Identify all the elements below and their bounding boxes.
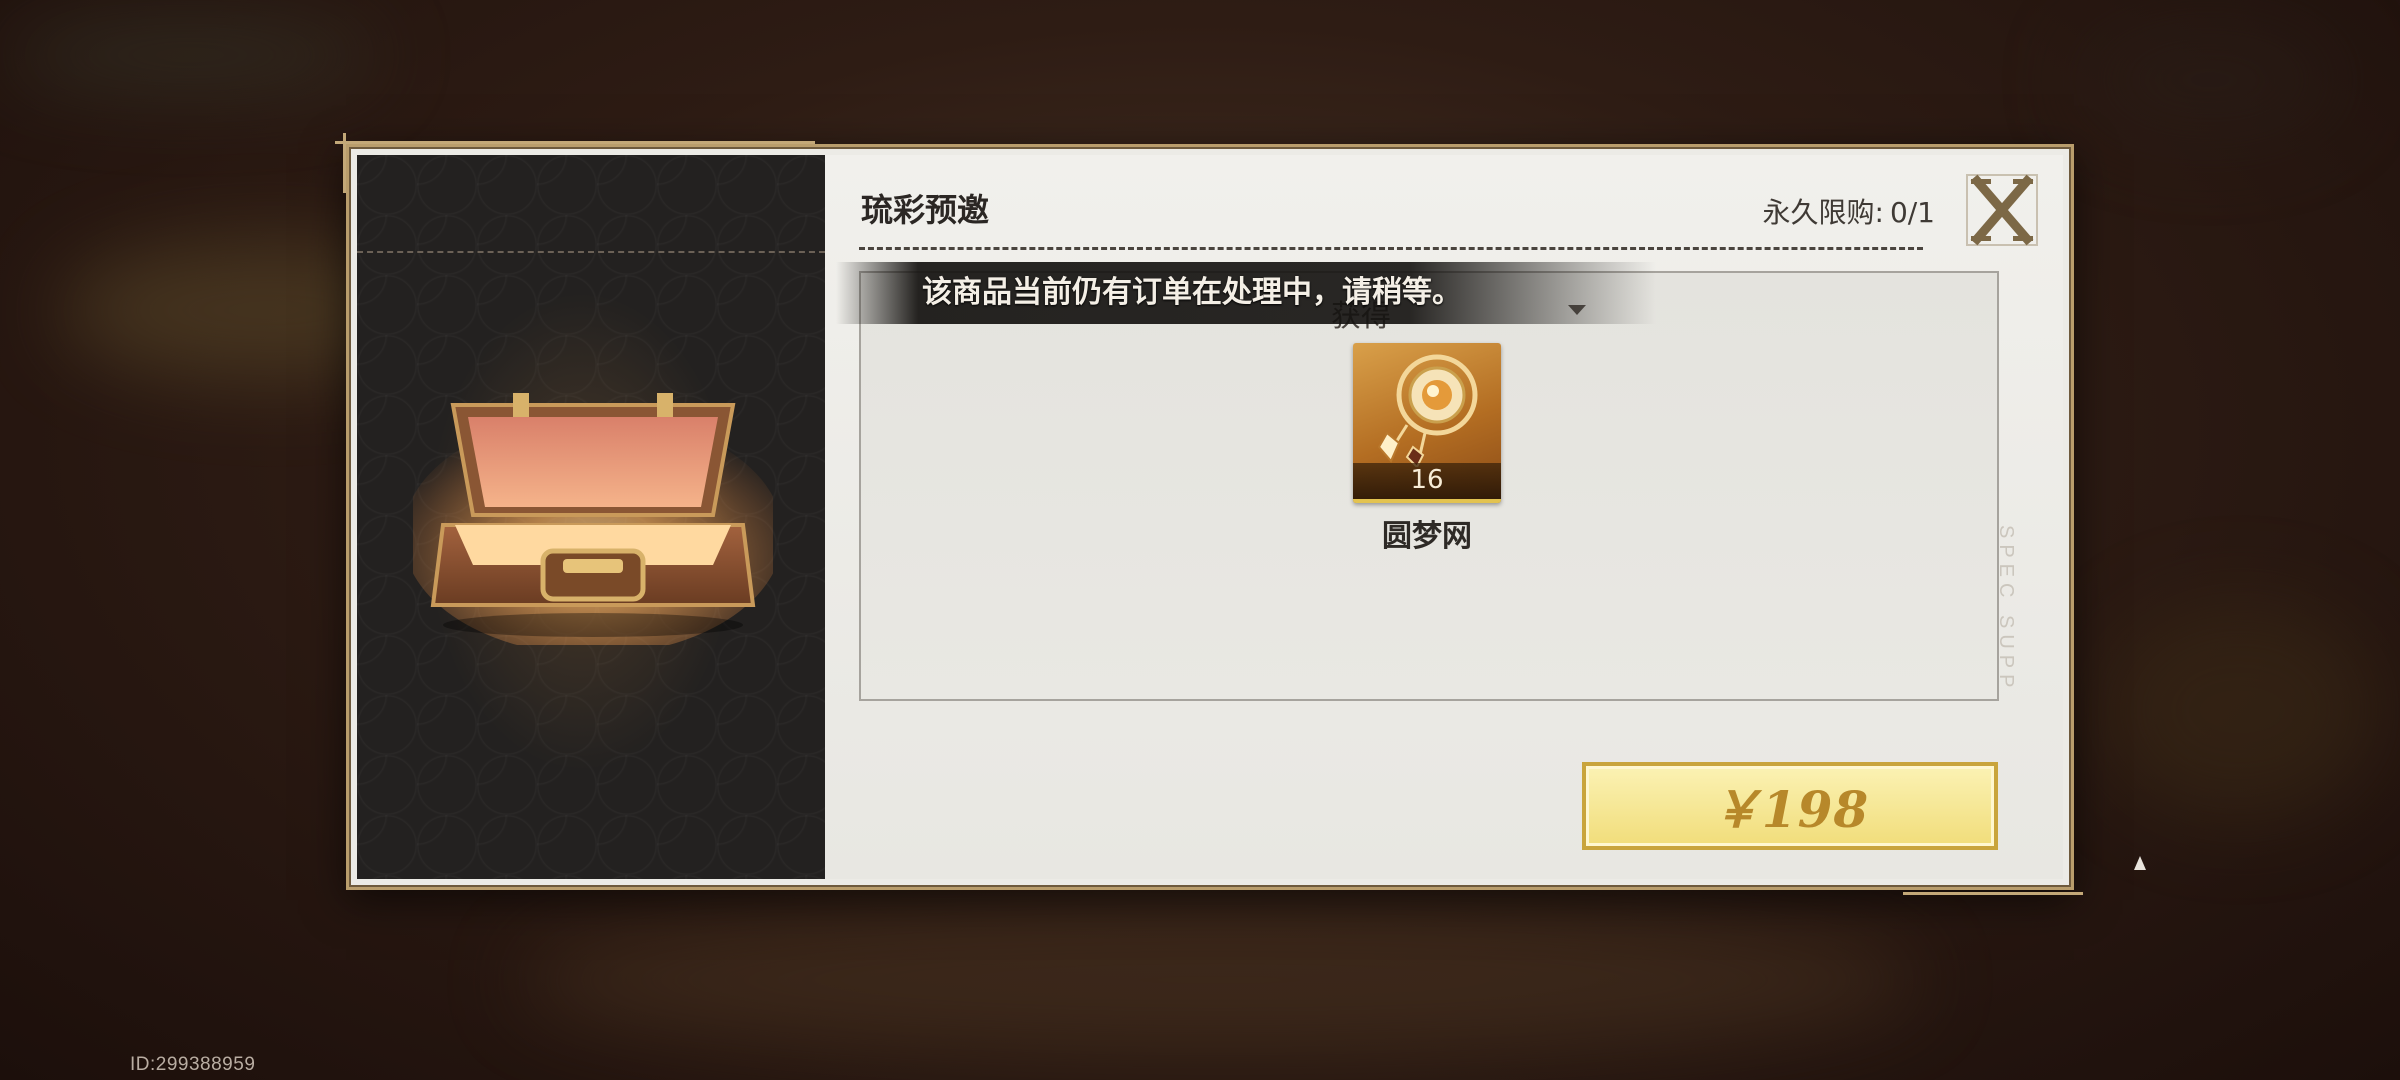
frame-ornament-line xyxy=(343,133,346,193)
player-id: ID:299388959 xyxy=(130,1054,256,1075)
art-panel xyxy=(357,155,825,879)
purchase-limit: 永久限购: 0/1 xyxy=(1763,191,1936,231)
purchase-limit-label: 永久限购: xyxy=(1762,196,1884,229)
close-icon xyxy=(1966,174,2038,246)
art-divider xyxy=(357,251,825,253)
cursor-icon xyxy=(2134,856,2146,870)
treasure-chest-illustration xyxy=(413,393,773,645)
decorative-vertical-text: SPEC SUPP xyxy=(1995,525,2017,694)
reward-item-card[interactable]: 16 xyxy=(1353,343,1501,503)
reward-panel: 获得 16 圆梦网 xyxy=(859,271,1999,701)
price-label: ￥198 xyxy=(1710,780,1870,839)
reward-item[interactable]: 16 圆梦网 xyxy=(1353,343,1501,555)
buy-button[interactable]: ￥198 xyxy=(1582,762,1998,850)
header-divider xyxy=(859,247,1923,250)
frame-ornament-line xyxy=(1903,892,2083,895)
purchase-limit-value: 0/1 xyxy=(1889,196,1935,229)
frame-ornament-line xyxy=(335,141,815,144)
reward-item-name: 圆梦网 xyxy=(1382,519,1472,554)
close-button[interactable] xyxy=(1965,173,2039,247)
dreamcatcher-icon xyxy=(1377,354,1478,469)
reward-item-count: 16 xyxy=(1353,463,1501,503)
offer-title: 琉彩预邀 xyxy=(861,191,990,229)
pending-order-toast: 该商品当前仍有订单在处理中，请稍等。 xyxy=(836,262,1656,324)
